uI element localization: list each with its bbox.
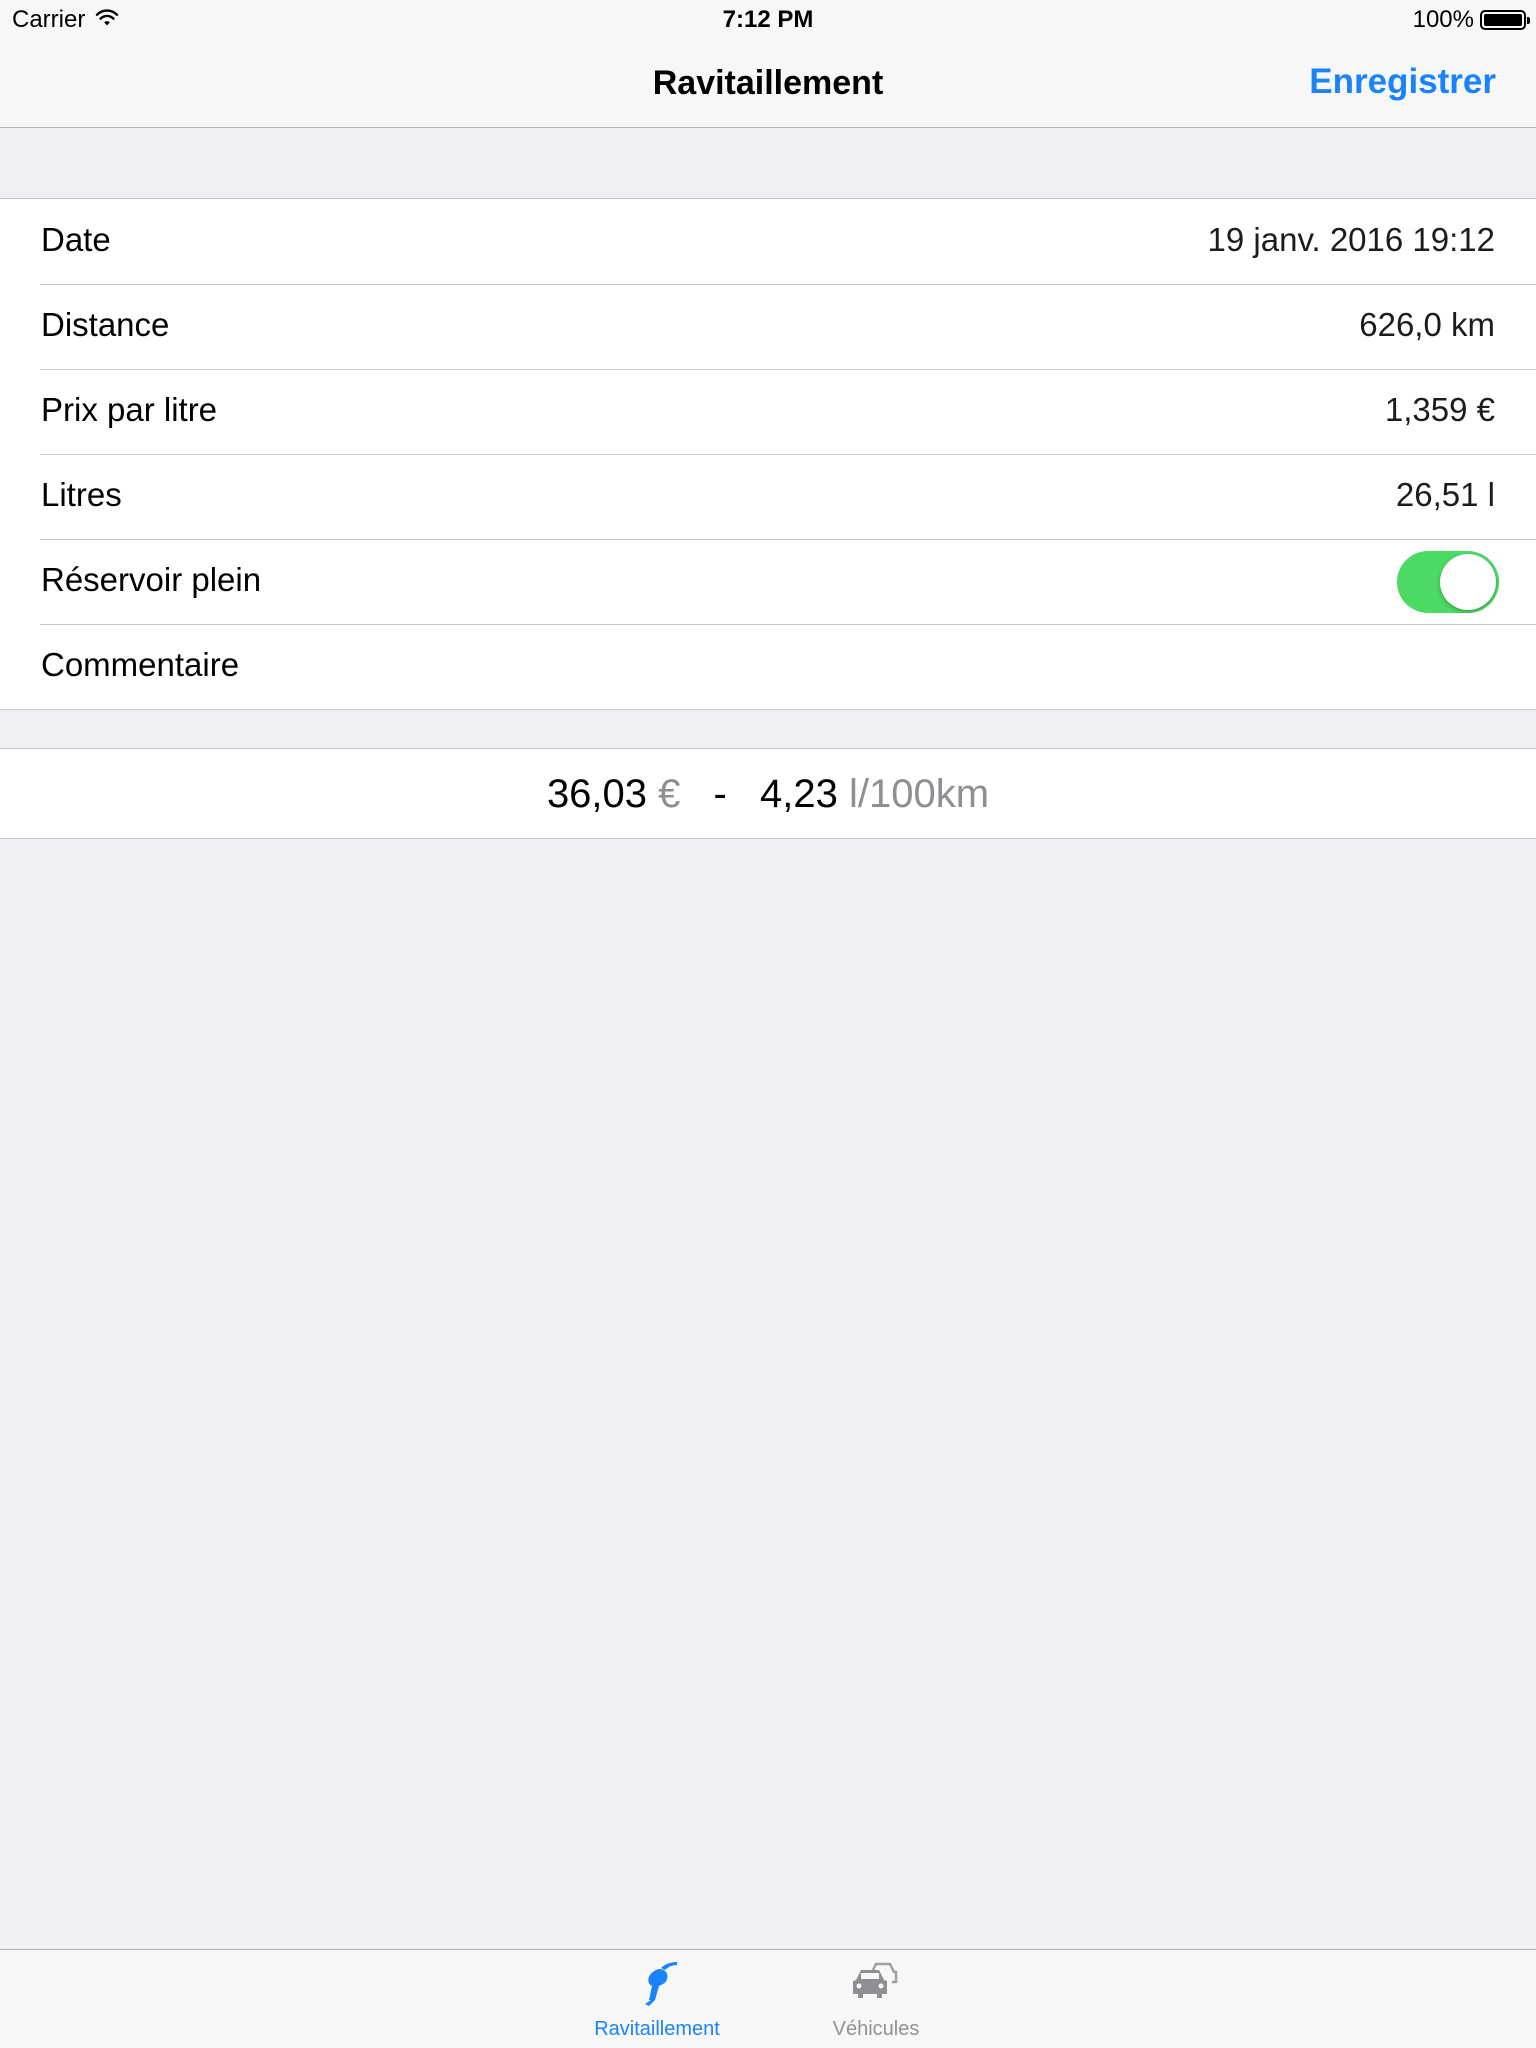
tab-refuel-label: Ravitaillement: [594, 2018, 720, 2040]
litres-value: 26,51 l: [1395, 476, 1495, 513]
price-per-litre-value: 1,359 €: [1384, 391, 1495, 428]
tab-refuel[interactable]: Ravitaillement: [572, 1950, 742, 2048]
tab-bar: Ravitaillement Véhicules: [0, 1949, 1536, 2048]
date-value: 19 janv. 2016 19:12: [1207, 221, 1495, 258]
fuel-nozzle-icon: [625, 1958, 689, 2014]
litres-label: Litres: [41, 476, 122, 513]
litres-row[interactable]: Litres 26,51 l: [0, 454, 1536, 539]
refuel-form: Date 19 janv. 2016 19:12 Distance 626,0 …: [0, 198, 1536, 710]
date-row[interactable]: Date 19 janv. 2016 19:12: [0, 199, 1536, 284]
save-button[interactable]: Enregistrer: [1309, 62, 1496, 102]
battery-icon: [1480, 10, 1530, 30]
status-right: 100%: [1412, 6, 1530, 34]
full-tank-row: Réservoir plein: [0, 539, 1536, 624]
total-cost: 36,03: [546, 772, 648, 816]
page-title: Ravitaillement: [652, 64, 884, 102]
total-cost-unit: €: [658, 772, 681, 816]
navigation-bar: Ravitaillement Enregistrer: [0, 40, 1536, 128]
comment-label: Commentaire: [41, 646, 240, 683]
tab-vehicles[interactable]: Véhicules: [791, 1950, 961, 2048]
tab-vehicles-label: Véhicules: [832, 2018, 920, 2040]
toggle-knob: [1440, 554, 1496, 610]
date-label: Date: [41, 221, 111, 258]
status-bar: Carrier 7:12 PM 100%: [0, 0, 1536, 40]
price-per-litre-label: Prix par litre: [41, 391, 218, 428]
full-tank-toggle[interactable]: [1397, 551, 1499, 613]
cars-icon: [844, 1958, 908, 2014]
battery-percent: 100%: [1412, 6, 1474, 33]
distance-value: 626,0 km: [1359, 306, 1495, 343]
summary-row: 36,03 € - 4,23 l/100km: [0, 748, 1536, 839]
price-per-litre-row[interactable]: Prix par litre 1,359 €: [0, 369, 1536, 454]
consumption-unit: l/100km: [848, 772, 990, 816]
status-time: 7:12 PM: [722, 6, 814, 33]
full-tank-label: Réservoir plein: [41, 561, 262, 598]
consumption-value: 4,23: [760, 772, 838, 816]
distance-row[interactable]: Distance 626,0 km: [0, 284, 1536, 369]
comment-row[interactable]: Commentaire: [0, 624, 1536, 709]
summary-separator: -: [713, 772, 727, 816]
distance-label: Distance: [41, 306, 170, 343]
